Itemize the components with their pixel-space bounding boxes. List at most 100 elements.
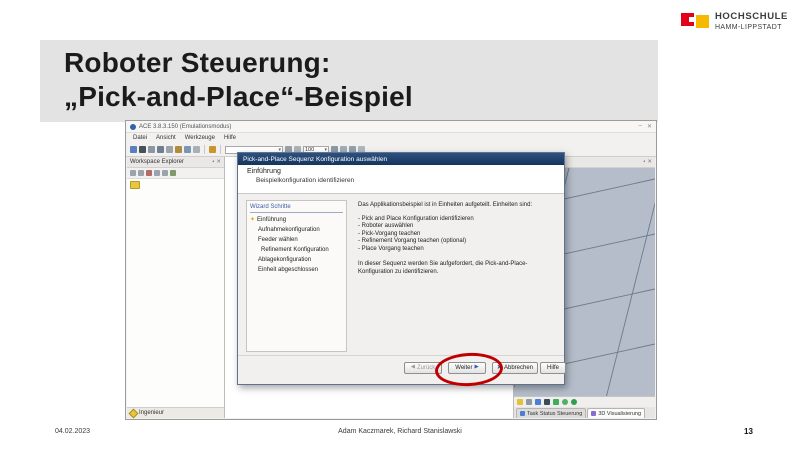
pick-and-place-wizard-dialog: Pick-and-Place Sequenz Konfiguration aus… <box>237 152 565 385</box>
dialog-header: Einführung Beispielkonfiguration identif… <box>238 165 564 194</box>
dialog-subheading: Beispielkonfiguration identifizieren <box>247 177 564 184</box>
copy-icon[interactable] <box>154 170 160 176</box>
viz-icon-row <box>514 396 655 407</box>
dialog-body: Wizard Schritte ✦ Einführung Aufnahmekon… <box>238 194 564 356</box>
pin-icon[interactable]: ▪ <box>212 159 214 165</box>
step-ablagekonfiguration[interactable]: Ablagekonfiguration <box>258 257 343 263</box>
cube-icon[interactable] <box>553 399 559 405</box>
toolbar-separator <box>204 145 205 154</box>
hshl-logo: HOCHSCHULE HAMM-LIPPSTADT <box>681 12 788 31</box>
page-title-line2: „Pick-and-Place“-Beispiel <box>64 80 413 114</box>
tab-task-status[interactable]: Task Status Steuerung <box>516 408 586 418</box>
close-icon[interactable]: ✕ <box>647 159 652 165</box>
plane-icon[interactable] <box>535 399 541 405</box>
bullet-line: - Place Vorgang teachen <box>358 246 556 254</box>
battery-icon[interactable] <box>544 399 550 405</box>
slide: Roboter Steuerung: „Pick-and-Place“-Beis… <box>0 0 800 450</box>
outro-line: In dieser Sequenz werden Sie aufgeforder… <box>358 261 556 276</box>
new-item-icon[interactable] <box>130 170 136 176</box>
workspace-tree[interactable] <box>127 179 224 407</box>
close-icon[interactable]: ✕ <box>216 159 221 165</box>
pencil-icon[interactable] <box>517 399 523 405</box>
history-icon[interactable] <box>562 399 568 405</box>
logo-line2: HAMM-LIPPSTADT <box>715 24 788 31</box>
dialog-title: Pick-and-Place Sequenz Konfiguration aus… <box>243 156 387 163</box>
page-title: Roboter Steuerung: „Pick-and-Place“-Beis… <box>64 46 413 114</box>
task-status-icon <box>520 411 525 416</box>
tab-task-status-label: Task Status Steuerung <box>527 411 582 417</box>
bullet-line: - Roboter auswählen <box>358 223 556 231</box>
wizard-steps-panel: Wizard Schritte ✦ Einführung Aufnahmekon… <box>246 200 347 352</box>
page-title-line1: Roboter Steuerung: <box>64 46 413 80</box>
dialog-titlebar[interactable]: Pick-and-Place Sequenz Konfiguration aus… <box>238 153 564 165</box>
mail-icon[interactable] <box>184 146 191 153</box>
panel-header-icons: ▪ ✕ <box>643 159 652 165</box>
title-block: Roboter Steuerung: „Pick-and-Place“-Beis… <box>40 40 658 122</box>
step-feeder-waehlen[interactable]: Feeder wählen <box>258 237 343 243</box>
close-icon[interactable]: ✕ <box>647 123 652 130</box>
step-einfuehrung[interactable]: ✦ Einführung <box>250 217 343 223</box>
globe-icon[interactable] <box>193 146 200 153</box>
workspace-folder-icon[interactable] <box>130 181 140 189</box>
monitor-icon[interactable] <box>157 146 164 153</box>
footer-page-number: 13 <box>744 427 753 436</box>
viz-3d-icon <box>591 411 596 416</box>
tab-3d-visualisierung[interactable]: 3D Visualisierung <box>587 408 645 418</box>
folder-icon[interactable] <box>175 146 182 153</box>
refresh-icon[interactable] <box>148 146 155 153</box>
move-up-down-icon[interactable] <box>170 170 176 176</box>
wizard-body-text: Das Applikationsbeispiel ist in Einheite… <box>358 202 556 276</box>
viz-tabs: Task Status Steuerung 3D Visualisierung <box>514 407 655 418</box>
dialog-heading: Einführung <box>247 168 564 175</box>
workspace-toolbar <box>127 168 224 179</box>
toolbar-separator <box>220 145 221 154</box>
ace-app-icon <box>130 124 136 130</box>
logo-text: HOCHSCHULE HAMM-LIPPSTADT <box>715 12 788 31</box>
window-title: ACE 3.8.3.150 (Emulationsmodus) <box>139 124 231 130</box>
package-icon[interactable] <box>166 146 173 153</box>
key-icon <box>129 408 139 418</box>
step-aufnahmekonfiguration[interactable]: Aufnahmekonfiguration <box>258 227 343 233</box>
menu-hilfe[interactable]: Hilfe <box>224 135 236 141</box>
workspace-statusbar: Ingenieur <box>127 407 224 418</box>
back-arrow-icon: ◀ <box>411 365 415 371</box>
intro-line: Das Applikationsbeispiel ist in Einheite… <box>358 202 556 210</box>
step-refinement-konfiguration[interactable]: Refinement Konfiguration <box>261 247 343 253</box>
pin-icon[interactable]: ▪ <box>643 159 645 165</box>
logo-yellow-square <box>696 15 709 28</box>
current-step-icon: ✦ <box>250 217 255 223</box>
minimize-icon[interactable]: – <box>639 123 642 130</box>
record-icon[interactable] <box>571 399 577 405</box>
logo-red-square <box>681 13 694 26</box>
help-button[interactable]: Hilfe <box>540 362 566 374</box>
bullet-line: - Pick and Place Konfiguration identifiz… <box>358 216 556 224</box>
wizard-steps-title: Wizard Schritte <box>250 204 343 213</box>
workspace-panel-title: Workspace Explorer <box>130 159 184 165</box>
menu-ansicht[interactable]: Ansicht <box>156 135 176 141</box>
user-role-label: Ingenieur <box>139 410 164 416</box>
save-icon[interactable] <box>130 146 137 153</box>
paste-icon[interactable] <box>162 170 168 176</box>
menu-bar: Datei Ansicht Werkzeuge Hilfe <box>126 133 656 143</box>
delete-icon[interactable] <box>146 170 152 176</box>
ruler-icon[interactable] <box>526 399 532 405</box>
hshl-logo-icon <box>681 13 709 28</box>
footer-authors: Adam Kaczmarek, Richard Stanislawski <box>0 428 800 435</box>
tab-3d-label: 3D Visualisierung <box>598 411 641 417</box>
menu-werkzeuge[interactable]: Werkzeuge <box>185 135 215 141</box>
search-icon[interactable] <box>139 146 146 153</box>
run-icon[interactable] <box>209 146 216 153</box>
dialog-footer: ◀ Zurück Weiter ▶ ✕ Abbrechen Hilfe <box>238 355 564 384</box>
bullet-line: - Refinement Vorgang teachen (optional) <box>358 238 556 246</box>
workspace-explorer-panel: Workspace Explorer ▪ ✕ <box>127 157 225 418</box>
logo-line1: HOCHSCHULE <box>715 12 788 22</box>
step-einheit-abgeschlossen[interactable]: Einheit abgeschlossen <box>258 267 343 273</box>
bullet-line: - Pick-Vorgang teachen <box>358 231 556 239</box>
panel-header-icons: ▪ ✕ <box>212 159 221 165</box>
slide-footer: 04.02.2023 Adam Kaczmarek, Richard Stani… <box>0 428 800 442</box>
open-item-icon[interactable] <box>138 170 144 176</box>
window-titlebar[interactable]: ACE 3.8.3.150 (Emulationsmodus) – ✕ <box>126 121 656 133</box>
window-controls: – ✕ <box>639 123 652 130</box>
menu-datei[interactable]: Datei <box>133 135 147 141</box>
workspace-panel-header: Workspace Explorer ▪ ✕ <box>127 157 224 168</box>
